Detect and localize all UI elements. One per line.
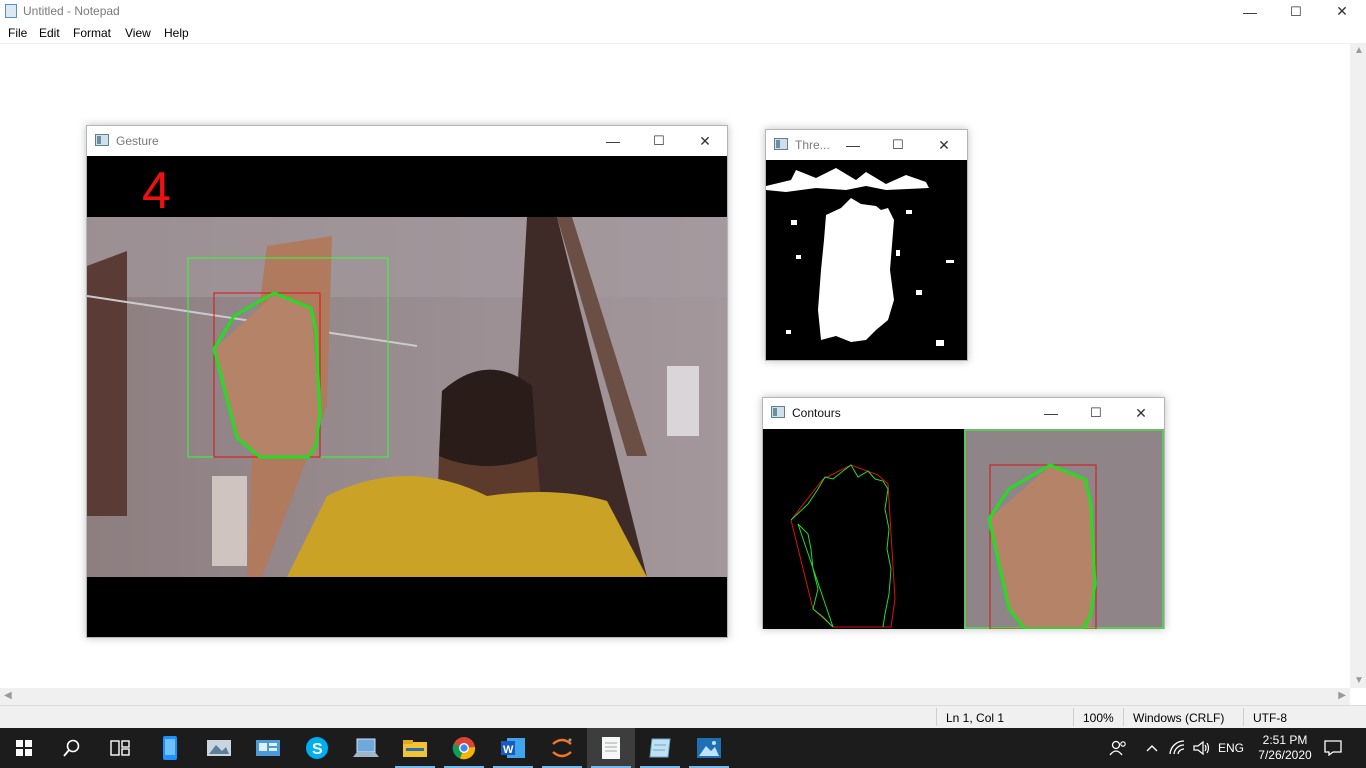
- taskbar-app-phone[interactable]: [146, 728, 194, 768]
- gesture-title-bar[interactable]: Gesture — ☐ ✕: [87, 126, 727, 156]
- horizontal-scrollbar[interactable]: ◀ ▶: [0, 688, 1350, 705]
- menu-view[interactable]: View: [125, 26, 151, 40]
- cursor-position: Ln 1, Col 1: [946, 711, 1005, 725]
- maximize-button[interactable]: ☐: [1273, 0, 1319, 23]
- taskbar-app-chrome[interactable]: [440, 728, 488, 768]
- notepad-title-bar: Untitled - Notepad — ☐ ✕: [0, 0, 1366, 23]
- minimize-button[interactable]: —: [1031, 401, 1071, 425]
- chevron-up-icon: [1146, 745, 1158, 752]
- notepad-window-icon: [649, 738, 671, 758]
- taskbar-app-notepad-window[interactable]: [636, 728, 684, 768]
- media-app-icon: [256, 740, 280, 756]
- threshold-window[interactable]: Thre... — ☐ ✕: [765, 129, 968, 361]
- menu-edit[interactable]: Edit: [39, 26, 60, 40]
- volume-icon: [1193, 740, 1210, 756]
- task-view-button[interactable]: [96, 728, 144, 768]
- taskbar: S W ENG 2:51 PM 7/26/2020: [0, 728, 1366, 768]
- jupyter-icon: [552, 738, 572, 758]
- search-icon: [63, 739, 80, 757]
- scroll-up-icon[interactable]: ▲: [1354, 45, 1364, 56]
- gesture-title: Gesture: [116, 134, 159, 148]
- file-explorer-icon: [403, 740, 427, 757]
- scroll-right-icon[interactable]: ▶: [1338, 690, 1346, 701]
- contours-title: Contours: [792, 406, 841, 420]
- minimize-button[interactable]: —: [1227, 0, 1273, 23]
- photos-viewer-icon: [207, 740, 231, 756]
- people-icon: [1109, 740, 1126, 756]
- chrome-icon: [452, 737, 476, 760]
- taskbar-app-file-explorer[interactable]: [391, 728, 439, 768]
- vertical-scrollbar[interactable]: ▲ ▼: [1350, 43, 1366, 688]
- gesture-camera-view: 4: [87, 156, 727, 637]
- taskbar-app-photos-viewer[interactable]: [195, 728, 243, 768]
- taskbar-app-jupyter[interactable]: [538, 728, 586, 768]
- minimize-button[interactable]: —: [593, 129, 633, 153]
- photos-icon: [697, 738, 721, 758]
- taskbar-app-notepad[interactable]: [587, 728, 635, 768]
- taskbar-app-word[interactable]: W: [489, 728, 537, 768]
- close-button[interactable]: ✕: [1319, 0, 1365, 23]
- close-button[interactable]: ✕: [1121, 401, 1161, 425]
- app-icon: [774, 138, 788, 150]
- phone-icon: [163, 736, 177, 760]
- contours-title-bar[interactable]: Contours — ☐ ✕: [763, 398, 1164, 428]
- scroll-left-icon[interactable]: ◀: [4, 690, 12, 701]
- scroll-down-icon[interactable]: ▼: [1354, 675, 1364, 686]
- gesture-count: 4: [142, 162, 171, 220]
- notepad-icon: [602, 737, 620, 759]
- taskbar-app-pc[interactable]: [342, 728, 390, 768]
- taskbar-app-skype[interactable]: S: [293, 728, 341, 768]
- threshold-title-bar[interactable]: Thre... — ☐ ✕: [766, 130, 967, 160]
- threshold-view: [766, 160, 967, 360]
- network-button[interactable]: [1166, 728, 1190, 768]
- window-title: Untitled - Notepad: [23, 4, 120, 18]
- maximize-button[interactable]: ☐: [878, 133, 918, 157]
- menu-format[interactable]: Format: [73, 26, 111, 40]
- volume-button[interactable]: [1190, 728, 1214, 768]
- gesture-window[interactable]: Gesture — ☐ ✕ 4: [86, 125, 728, 638]
- action-center-button[interactable]: [1318, 728, 1348, 768]
- search-button[interactable]: [48, 728, 96, 768]
- zoom-level: 100%: [1083, 711, 1114, 725]
- clock-date: 7/26/2020: [1258, 748, 1312, 762]
- status-bar: Ln 1, Col 1 100% Windows (CRLF) UTF-8: [0, 705, 1366, 728]
- menu-file[interactable]: File: [8, 26, 27, 40]
- pc-icon: [353, 738, 379, 757]
- menu-bar: File Edit Format View Help: [0, 23, 1366, 43]
- wifi-icon: [1169, 740, 1185, 755]
- svg-text:S: S: [312, 741, 323, 758]
- contours-view: [763, 429, 1164, 629]
- clock[interactable]: 2:51 PM 7/26/2020: [1250, 728, 1320, 768]
- contours-window[interactable]: Contours — ☐ ✕: [762, 397, 1165, 629]
- maximize-button[interactable]: ☐: [639, 129, 679, 153]
- input-language[interactable]: ENG: [1214, 728, 1248, 768]
- task-view-icon: [110, 740, 130, 756]
- taskbar-app-photos[interactable]: [685, 728, 733, 768]
- app-icon: [771, 406, 785, 418]
- maximize-button[interactable]: ☐: [1076, 401, 1116, 425]
- show-hidden-icons-button[interactable]: [1142, 728, 1162, 768]
- encoding: UTF-8: [1253, 711, 1287, 725]
- minimize-button[interactable]: —: [833, 133, 873, 157]
- word-icon: W: [501, 738, 525, 758]
- close-button[interactable]: ✕: [685, 129, 725, 153]
- start-icon: [16, 740, 32, 756]
- people-button[interactable]: [1104, 728, 1132, 768]
- start-button[interactable]: [0, 728, 48, 768]
- notification-icon: [1324, 740, 1342, 756]
- close-button[interactable]: ✕: [924, 133, 964, 157]
- taskbar-app-media[interactable]: [244, 728, 292, 768]
- notepad-icon: [5, 4, 17, 18]
- line-ending: Windows (CRLF): [1133, 711, 1225, 725]
- threshold-title: Thre...: [795, 138, 830, 152]
- svg-text:W: W: [503, 744, 514, 756]
- skype-icon: S: [306, 737, 328, 759]
- clock-time: 2:51 PM: [1262, 733, 1308, 747]
- menu-help[interactable]: Help: [164, 26, 189, 40]
- app-icon: [95, 134, 109, 146]
